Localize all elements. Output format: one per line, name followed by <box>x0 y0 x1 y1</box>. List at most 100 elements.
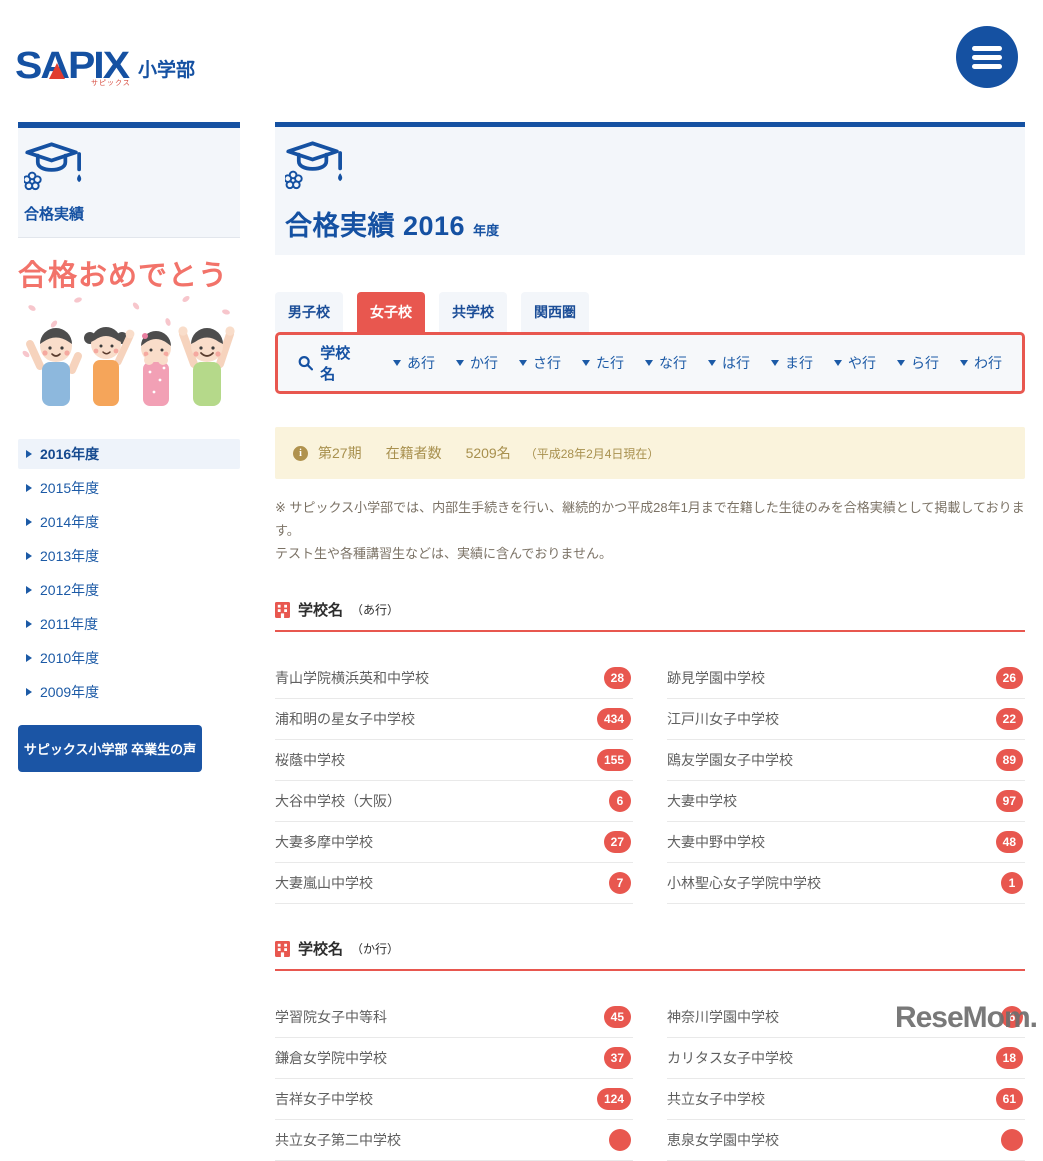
kana-filter[interactable]: あ行 <box>393 353 435 373</box>
sidebar-year-item[interactable]: 2010年度 <box>18 643 240 673</box>
sidebar: 合格実績 合格おめでとう <box>18 122 240 772</box>
chevron-down-icon <box>519 360 527 366</box>
tab[interactable]: 共学校 <box>439 292 507 332</box>
sidebar-year-item[interactable]: 2009年度 <box>18 677 240 707</box>
kana-filter[interactable]: さ行 <box>519 353 561 373</box>
sapix-logo-triangle-icon <box>49 63 65 79</box>
kana-filter[interactable]: は行 <box>708 353 750 373</box>
kana-filter[interactable]: か行 <box>456 353 498 373</box>
school-name: 大妻嵐山中学校 <box>275 873 373 893</box>
school-name: 学習院女子中等科 <box>275 1007 387 1027</box>
kana-filter[interactable]: や行 <box>834 353 876 373</box>
kana-filter[interactable]: ら行 <box>897 353 939 373</box>
school-name: 神奈川学園中学校 <box>667 1007 779 1027</box>
school-name: 大妻多摩中学校 <box>275 832 373 852</box>
pass-count-badge: 1 <box>1001 872 1023 894</box>
school-sections: 学校名 （あ行） 青山学院横浜英和中学校 28 浦和明の星女子中学校 434 桜… <box>275 599 1025 1161</box>
page-title: 合格実績 2016 <box>285 204 465 243</box>
chevron-down-icon <box>897 360 905 366</box>
page-hero: 合格実績 2016 年度 <box>275 127 1025 255</box>
chevron-right-icon <box>26 484 32 492</box>
sidebar-year-item[interactable]: 2011年度 <box>18 609 240 639</box>
school-row: 共立女子第二中学校 <box>275 1120 633 1161</box>
sidebar-section-title: 合格実績 <box>24 203 232 224</box>
pass-count-badge: 7 <box>609 872 631 894</box>
chevron-down-icon <box>393 360 401 366</box>
graduate-voices-button[interactable]: サピックス小学部 卒業生の声 <box>18 725 202 772</box>
chevron-down-icon <box>582 360 590 366</box>
section-header: 学校名 （あ行） <box>275 599 1025 620</box>
pass-count-badge: 27 <box>604 831 631 853</box>
sakura-icon <box>24 173 41 190</box>
year-label: 2009年度 <box>40 682 99 702</box>
year-list: 2016年度 2015年度 2014年度 2013年度 2012年度 2011年… <box>18 439 240 707</box>
chevron-down-icon <box>771 360 779 366</box>
school-section: 学校名 （か行） 学習院女子中等科 45 鎌倉女学院中学校 37 吉祥女子中学校… <box>275 938 1025 1161</box>
kana-filter[interactable]: わ行 <box>960 353 1002 373</box>
pass-count-badge <box>609 1129 631 1151</box>
pass-count-badge: 61 <box>996 1088 1023 1110</box>
pass-count-badge: 22 <box>996 708 1023 730</box>
school-name: 共立女子中学校 <box>667 1089 765 1109</box>
pass-count-badge: 155 <box>597 749 631 771</box>
section-kana-label: （あ行） <box>351 601 399 618</box>
school-name: 青山学院横浜英和中学校 <box>275 668 429 688</box>
sidebar-year-item[interactable]: 2016年度 <box>18 439 240 469</box>
school-row: 大妻嵐山中学校 7 <box>275 863 633 904</box>
tab[interactable]: 女子校 <box>357 292 425 332</box>
school-row: 共立女子中学校 61 <box>667 1079 1025 1120</box>
school-columns: 青山学院横浜英和中学校 28 浦和明の星女子中学校 434 桜蔭中学校 155 … <box>275 658 1025 904</box>
sidebar-year-item[interactable]: 2013年度 <box>18 541 240 571</box>
pass-count-badge: 37 <box>604 1047 631 1069</box>
school-name-filter-label: 学校名 <box>298 342 363 384</box>
school-name: 鴎友学園女子中学校 <box>667 750 793 770</box>
section-divider <box>275 969 1025 971</box>
kana-filter[interactable]: な行 <box>645 353 687 373</box>
tab-bar: 男子校女子校共学校関西圏 <box>275 292 1025 332</box>
school-building-icon <box>275 941 290 957</box>
chevron-down-icon <box>708 360 716 366</box>
school-column-left: 学習院女子中等科 45 鎌倉女学院中学校 37 吉祥女子中学校 124 共立女子… <box>275 997 633 1161</box>
school-name: 恵泉女学園中学校 <box>667 1130 779 1150</box>
tab[interactable]: 関西圏 <box>521 292 589 332</box>
hamburger-menu-button[interactable] <box>956 26 1018 88</box>
school-name: 共立女子第二中学校 <box>275 1130 401 1150</box>
info-icon: i <box>293 446 308 461</box>
school-column-left: 青山学院横浜英和中学校 28 浦和明の星女子中学校 434 桜蔭中学校 155 … <box>275 658 633 904</box>
kana-filter[interactable]: た行 <box>582 353 624 373</box>
school-name: 吉祥女子中学校 <box>275 1089 373 1109</box>
year-label: 2015年度 <box>40 478 99 498</box>
graduation-cap-icon <box>24 140 84 194</box>
school-row: 江戸川女子中学校 22 <box>667 699 1025 740</box>
sidebar-goukaku-link[interactable]: 合格実績 <box>18 128 240 238</box>
school-name: 跡見学園中学校 <box>667 668 765 688</box>
kana-filter-list: あ行 か行 さ行 た行 な行 は行 ま行 や行 ら行 わ行 <box>393 353 1002 373</box>
sidebar-year-item[interactable]: 2014年度 <box>18 507 240 537</box>
sidebar-year-item[interactable]: 2012年度 <box>18 575 240 605</box>
school-row: 浦和明の星女子中学校 434 <box>275 699 633 740</box>
chevron-right-icon <box>26 688 32 696</box>
pass-count-badge: 45 <box>604 1006 631 1028</box>
congrats-banner-title: 合格おめでとう <box>18 252 240 294</box>
school-column-right: 跡見学園中学校 26 江戸川女子中学校 22 鴎友学園女子中学校 89 大妻中学… <box>667 658 1025 904</box>
graduation-cap-icon <box>285 139 345 193</box>
chevron-down-icon <box>645 360 653 366</box>
chevron-right-icon <box>26 654 32 662</box>
sidebar-year-item[interactable]: 2015年度 <box>18 473 240 503</box>
pass-count-badge: 97 <box>996 790 1023 812</box>
section-header: 学校名 （か行） <box>275 938 1025 959</box>
pass-count-badge: 124 <box>597 1088 631 1110</box>
cheering-kids-illustration <box>18 294 240 412</box>
school-name: 大谷中学校（大阪） <box>275 791 401 811</box>
year-label: 2013年度 <box>40 546 99 566</box>
school-name: カリタス女子中学校 <box>667 1048 793 1068</box>
kana-filter[interactable]: ま行 <box>771 353 813 373</box>
pass-count-badge: 26 <box>996 667 1023 689</box>
sapix-logo[interactable]: SAPIX サピックス 小学部 <box>15 45 195 86</box>
search-icon <box>298 355 313 371</box>
chevron-right-icon <box>26 620 32 628</box>
site-header: SAPIX サピックス 小学部 <box>0 0 1043 112</box>
school-row: 恵泉女学園中学校 <box>667 1120 1025 1161</box>
tab[interactable]: 男子校 <box>275 292 343 332</box>
page-title-suffix: 年度 <box>473 220 499 239</box>
